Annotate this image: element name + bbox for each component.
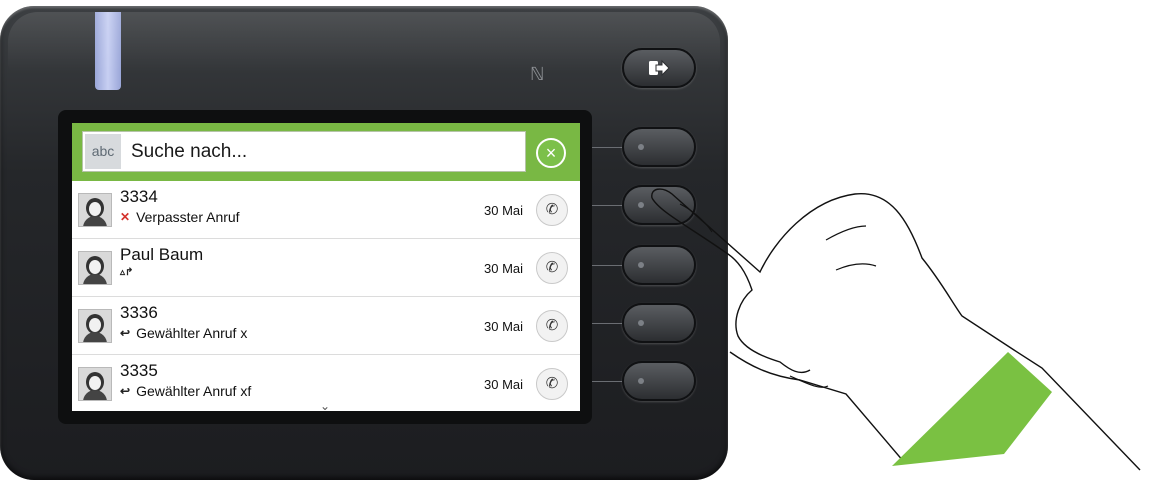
nfc-icon: ℕ: [530, 64, 545, 84]
dial-button[interactable]: ✆: [536, 194, 568, 226]
exit-key[interactable]: [622, 48, 696, 88]
call-date: 30 Mai: [484, 377, 524, 392]
dialed-call-icon: ↩: [120, 384, 131, 398]
call-date: 30 Mai: [484, 203, 524, 218]
key-guide-line: [592, 381, 622, 382]
phone-icon: ✆: [545, 201, 559, 218]
phone-icon: ✆: [545, 375, 559, 392]
call-list: 3334 ✕ Verpasster Anruf 30 Mai ✆ Paul Ba…: [72, 181, 580, 411]
key-guide-line: [592, 147, 622, 148]
call-date: 30 Mai: [484, 319, 524, 334]
logout-icon: [649, 59, 670, 77]
dial-button[interactable]: ✆: [536, 310, 568, 342]
scroll-down-icon: ⌄: [320, 399, 331, 411]
call-status: ↩ Gewählter Anruf x: [120, 325, 247, 341]
input-mode-badge: abc: [85, 134, 121, 169]
call-status-text: Gewählter Anruf x: [136, 325, 248, 341]
forwarded-call-icon: ▵↱: [120, 267, 134, 278]
soft-key-1[interactable]: [622, 127, 696, 167]
avatar: [78, 367, 112, 401]
call-status-text: Gewählter Anruf xf: [136, 383, 252, 399]
avatar: [78, 309, 112, 343]
dial-button[interactable]: ✆: [536, 368, 568, 400]
call-status-text: Verpasster Anruf: [136, 209, 240, 225]
call-list-item[interactable]: Paul Baum ▵↱ 30 Mai ✆: [72, 239, 580, 297]
call-name: 3334: [120, 187, 158, 206]
call-name: Paul Baum: [120, 245, 204, 264]
pointing-hand-illustration: [651, 188, 1141, 471]
call-name: 3335: [120, 361, 158, 380]
call-list-item[interactable]: 3334 ✕ Verpasster Anruf 30 Mai ✆: [72, 181, 580, 239]
key-guide-line: [592, 205, 622, 206]
call-date: 30 Mai: [484, 261, 524, 276]
avatar: [78, 251, 112, 285]
close-icon: ×: [545, 143, 557, 163]
search-input[interactable]: abc Suche nach...: [82, 131, 526, 172]
call-status: ↩ Gewählter Anruf xf: [120, 383, 251, 399]
key-guide-line: [592, 265, 622, 266]
phone-icon: ✆: [545, 317, 559, 334]
missed-call-icon: ✕: [120, 210, 131, 224]
call-status: ▵↱: [120, 267, 139, 278]
call-name: 3336: [120, 303, 158, 322]
call-status: ✕ Verpasster Anruf: [120, 209, 240, 225]
message-led: [95, 12, 121, 90]
dial-button[interactable]: ✆: [536, 252, 568, 284]
search-bar: abc Suche nach... ×: [72, 123, 580, 181]
avatar: [78, 193, 112, 227]
call-list-item[interactable]: 3336 ↩ Gewählter Anruf x 30 Mai ✆: [72, 297, 580, 355]
phone-screen: abc Suche nach... × 3334 ✕ Verpasster An…: [72, 123, 580, 411]
phone-icon: ✆: [545, 259, 559, 276]
key-guide-line: [592, 323, 622, 324]
clear-search-button[interactable]: ×: [536, 138, 566, 168]
search-placeholder: Suche nach...: [131, 141, 248, 162]
dialed-call-icon: ↩: [120, 326, 131, 340]
